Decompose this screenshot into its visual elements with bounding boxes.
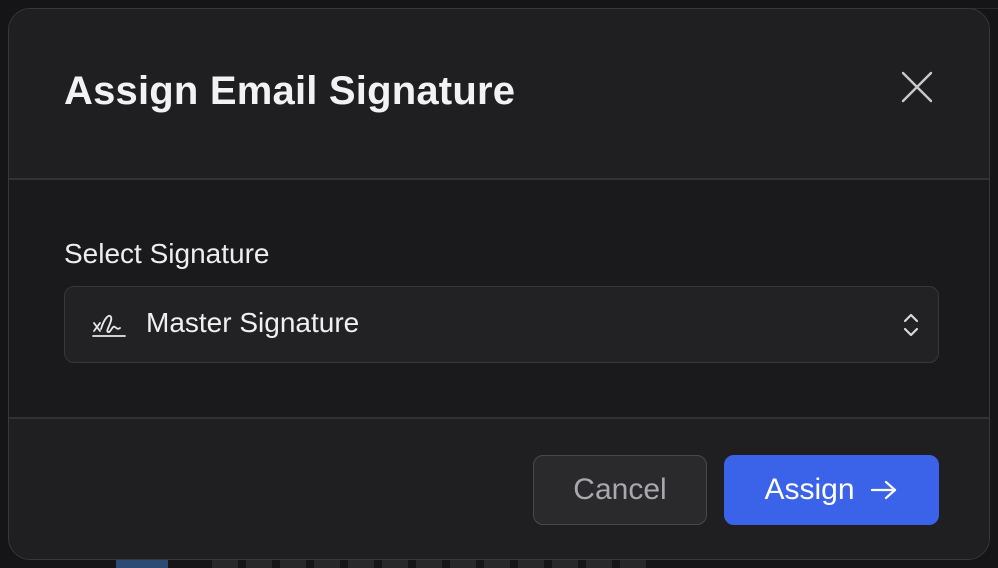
- signature-select[interactable]: Master Signature: [64, 286, 939, 363]
- dialog-body: Select Signature Master Signature: [9, 180, 989, 417]
- signature-icon: [92, 314, 126, 337]
- dialog-header: Assign Email Signature: [9, 9, 989, 180]
- cancel-button-label: Cancel: [573, 473, 667, 506]
- assign-button[interactable]: Assign: [724, 455, 939, 525]
- close-button[interactable]: [897, 67, 937, 107]
- cancel-button[interactable]: Cancel: [533, 455, 707, 525]
- close-icon: [901, 71, 933, 103]
- select-signature-label: Select Signature: [64, 238, 270, 269]
- chevron-up-down-icon: [903, 313, 919, 337]
- assign-button-label: Assign: [764, 473, 855, 506]
- assign-signature-dialog: Assign Email Signature Select Signature …: [8, 8, 990, 560]
- dialog-title: Assign Email Signature: [64, 69, 516, 113]
- arrow-right-icon: [870, 480, 896, 500]
- dialog-footer: Cancel Assign: [9, 417, 989, 559]
- selected-signature-value: Master Signature: [146, 307, 360, 338]
